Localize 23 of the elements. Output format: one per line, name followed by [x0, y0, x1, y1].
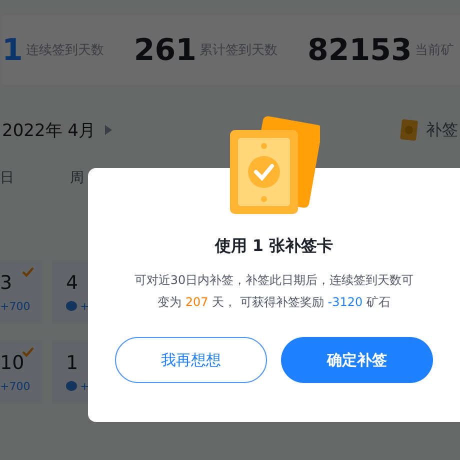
next-month-icon[interactable]	[105, 125, 112, 135]
reward-amount: +	[80, 380, 90, 392]
day-number: 4	[66, 272, 78, 294]
dialog-message: 可对近30日内补签，补签此日期后，连续签到天数可变为 207 天， 可获得补签奖励 -3120 矿石	[133, 272, 415, 311]
weekday-label: 周	[70, 169, 85, 187]
day-number: 10	[0, 352, 24, 374]
calendar-day[interactable]: 10 +700	[0, 341, 42, 403]
card-icon	[400, 119, 418, 141]
makeup-link[interactable]: 补签	[426, 120, 458, 140]
stat-value: 261	[134, 32, 196, 68]
dialog-button[interactable]: 确定补签	[281, 337, 433, 383]
day-number: 1	[66, 352, 78, 374]
reward-amount: +700	[0, 300, 30, 312]
reward-amount: +	[80, 300, 90, 312]
dialog-button[interactable]: 我再想想	[115, 337, 267, 383]
stat-value: 1	[2, 32, 23, 68]
stat-value: 82153	[308, 32, 412, 68]
day-number: 3	[0, 272, 12, 294]
weekday-label: 日	[0, 169, 15, 187]
dialog-title: 使用 1 张补签卡	[214, 236, 334, 257]
calendar-day[interactable]: 3 +700	[0, 261, 42, 323]
reward-amount: +700	[0, 380, 30, 392]
month-label: 2022年 4月	[2, 120, 96, 142]
